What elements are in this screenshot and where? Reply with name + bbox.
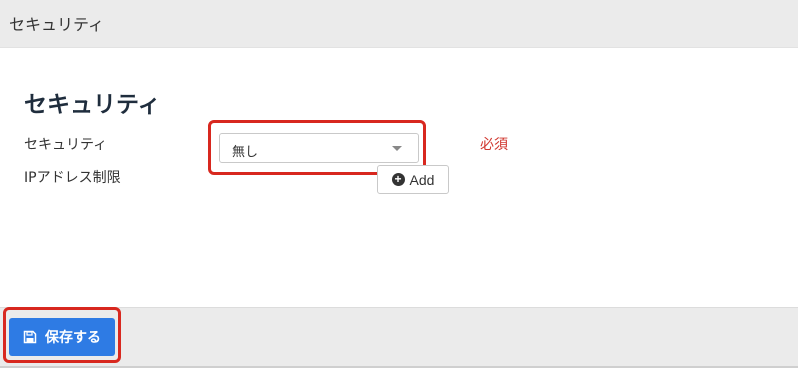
required-badge: 必須 xyxy=(480,137,508,153)
ip-restriction-label: IPアドレス制限 xyxy=(24,170,121,186)
plus-circle-icon: + xyxy=(391,173,405,186)
add-button-label: Add xyxy=(409,171,435,188)
caret-down-icon xyxy=(392,146,402,151)
section-title: セキュリティ xyxy=(24,92,161,118)
save-button[interactable]: 保存する xyxy=(9,318,115,356)
save-button-label: 保存する xyxy=(45,329,101,345)
security-label: セキュリティ xyxy=(24,137,108,153)
header-title: セキュリティ xyxy=(9,15,105,34)
add-ip-button[interactable]: + Add xyxy=(377,165,449,194)
security-select[interactable]: 無し xyxy=(219,133,419,163)
security-select-value: 無し xyxy=(232,145,259,160)
floppy-disk-icon xyxy=(23,330,37,344)
footer-bar xyxy=(0,307,798,368)
header-bar: セキュリティ xyxy=(0,0,798,48)
page: セキュリティ セキュリティ セキュリティ 無し 必須 IPアドレス制限 + Ad… xyxy=(0,0,798,368)
